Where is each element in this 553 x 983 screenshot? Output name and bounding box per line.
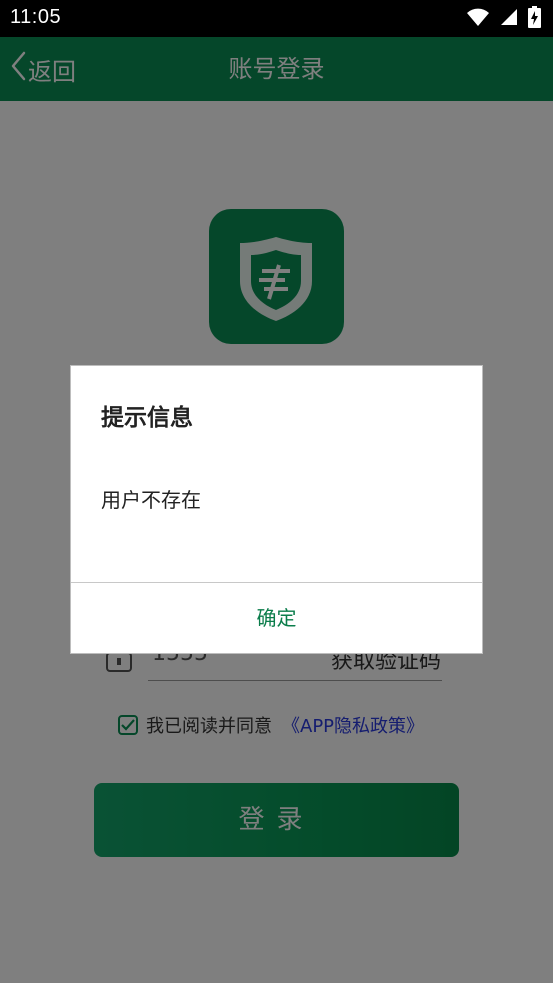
confirm-button[interactable]: 确定 — [71, 583, 482, 653]
battery-icon — [528, 6, 541, 32]
dialog-message: 用户不存在 — [101, 488, 201, 512]
dialog-title: 提示信息 — [101, 405, 193, 431]
wifi-icon — [466, 7, 490, 31]
status-bar: 11:05 — [0, 0, 553, 37]
alert-dialog: 提示信息 用户不存在 确定 — [70, 365, 483, 654]
status-icons — [466, 6, 541, 32]
status-time: 11:05 — [10, 6, 62, 28]
signal-icon — [500, 8, 518, 30]
